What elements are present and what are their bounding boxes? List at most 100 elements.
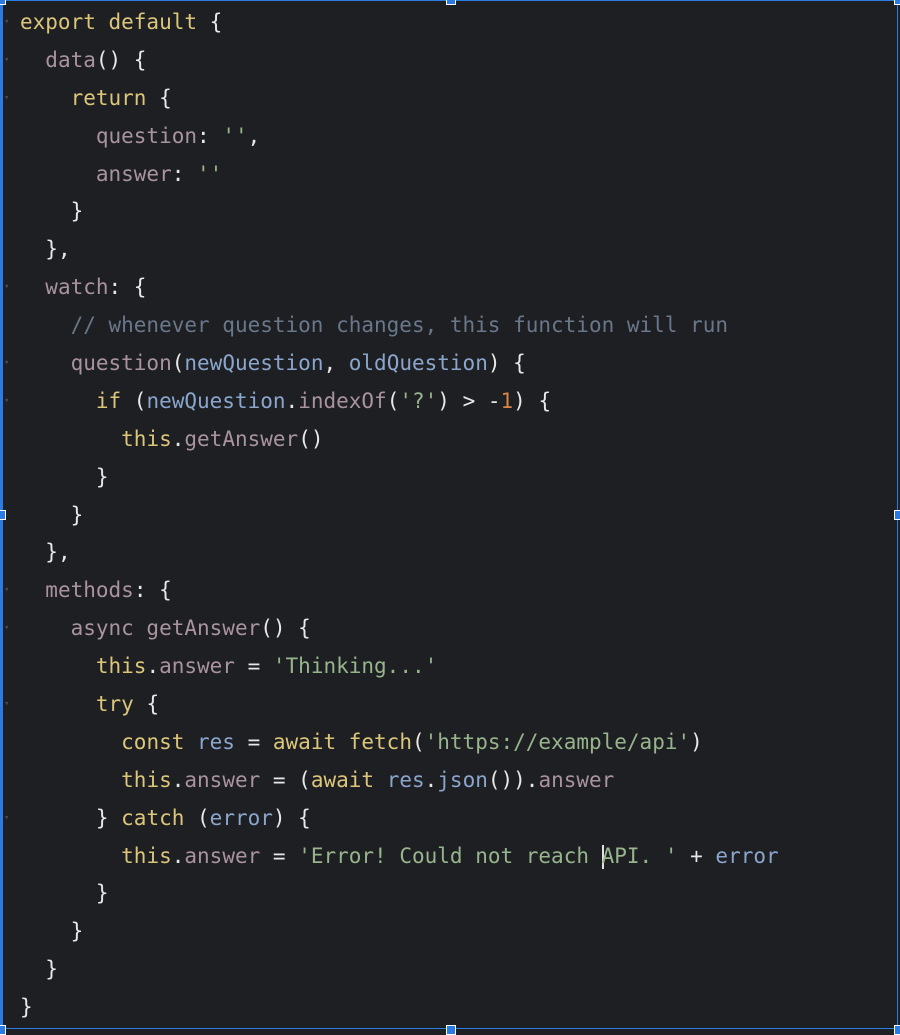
code-text: question(newQuestion, oldQuestion) { [20,345,526,383]
code-text: } [20,459,109,497]
code-text: } [20,875,109,913]
code-line[interactable]: }, [0,231,900,269]
code-token: answer [159,654,235,679]
code-token: ( [411,729,425,754]
code-line[interactable]: this.answer = 'Thinking...' [0,648,900,686]
fold-chevron-icon[interactable]: ▾ [4,80,9,118]
code-line[interactable]: } [0,193,900,231]
code-line[interactable]: answer: '' [0,156,900,194]
code-token: ()). [487,767,539,792]
code-token: error [715,843,779,868]
code-line[interactable]: } [0,913,900,951]
code-text: const res = await fetch('https://example… [20,724,703,762]
code-line[interactable]: // whenever question changes, this funct… [0,307,900,345]
code-token: } [20,995,33,1020]
code-token: () { [95,47,147,72]
code-token: } [95,881,109,906]
code-line[interactable]: ▾ data() { [0,42,900,80]
code-token: } [70,919,84,944]
code-token: ( [171,351,185,376]
code-token: answer [538,767,615,792]
code-text: this.getAnswer() [20,421,323,459]
code-token: data [45,47,96,72]
code-token: try [95,692,147,717]
code-token: oldQuestion [348,351,488,376]
code-line[interactable]: ▾ methods: { [0,572,900,610]
code-token: getAnswer [184,426,299,451]
code-token: await fetch [272,729,412,754]
code-token: async getAnswer [70,616,261,641]
code-line[interactable]: const res = await fetch('https://example… [0,724,900,762]
code-token: () { [260,616,311,641]
fold-chevron-icon[interactable]: ▾ [4,42,9,80]
code-line[interactable]: ▾ question(newQuestion, oldQuestion) { [0,345,900,383]
code-token: question [95,123,198,148]
code-token: = [234,654,273,679]
code-token: , [323,351,349,376]
code-line[interactable]: ▾ async getAnswer() { [0,610,900,648]
code-token: 'Thinking...' [272,654,438,679]
code-text: } [20,497,84,535]
code-line[interactable]: ▾ return { [0,80,900,118]
code-token: ) { [487,351,526,376]
code-token: = [234,729,273,754]
fold-chevron-icon[interactable]: ▾ [4,269,9,307]
code-line[interactable]: this.answer = (await res.json()).answer [0,762,900,800]
fold-chevron-icon[interactable]: ▾ [4,610,9,648]
code-token: = [260,843,299,868]
code-token: ( [133,388,147,413]
fold-chevron-icon[interactable]: ▾ [4,345,9,383]
code-token: this [121,843,172,868]
code-text: this.answer = 'Error! Could not reach AP… [20,838,779,876]
code-line[interactable]: this.answer = 'Error! Could not reach AP… [0,838,900,876]
code-text: watch: { [20,269,146,307]
code-line[interactable]: ▾ watch: { [0,269,900,307]
fold-chevron-icon[interactable]: ▾ [4,800,9,838]
code-token: this [95,654,147,679]
code-token: . [171,426,185,451]
code-token: const [121,729,198,754]
code-line[interactable]: ▾ export default { [0,4,900,42]
fold-chevron-icon[interactable]: ▾ [4,4,9,42]
fold-chevron-icon[interactable]: ▾ [4,572,9,610]
code-token: : { [108,275,147,300]
fold-chevron-icon[interactable]: ▾ [4,383,9,421]
code-token: API. ' [601,843,678,868]
code-line[interactable]: ▾ if (newQuestion.indexOf('?') > -1) { [0,383,900,421]
code-area[interactable]: ▾ export default {▾ data() {▾ return { qu… [0,4,900,1027]
code-line[interactable]: ▾ } catch (error) { [0,800,900,838]
code-token: json [437,767,488,792]
code-token: export default [20,10,210,34]
code-token: : { [133,578,172,603]
code-token: '' [222,123,248,148]
code-line[interactable]: } [0,459,900,497]
code-text: this.answer = (await res.json()).answer [20,762,614,800]
code-token: '?' [399,388,438,413]
code-line[interactable]: } [0,989,900,1027]
code-token: . [171,767,185,792]
code-text: export default { [20,4,222,42]
code-line[interactable]: this.getAnswer() [0,421,900,459]
code-line[interactable]: }, [0,534,900,572]
code-token: () [298,426,324,451]
code-line[interactable]: } [0,951,900,989]
code-token: } [95,464,109,489]
code-text: answer: '' [20,156,222,194]
code-token: . [424,767,438,792]
code-token: if [95,388,134,413]
code-text: } [20,989,33,1027]
code-token: answer [95,161,172,186]
code-token: . [285,388,299,413]
code-text: methods: { [20,572,172,610]
fold-chevron-icon[interactable]: ▾ [4,686,9,724]
code-token: 'Error! Could not reach [298,843,602,868]
code-line[interactable]: ▾ try { [0,686,900,724]
code-line[interactable]: } [0,875,900,913]
code-text: this.answer = 'Thinking...' [20,648,437,686]
code-line[interactable]: } [0,497,900,535]
code-token: ) > - [437,388,501,413]
code-text: if (newQuestion.indexOf('?') > -1) { [20,383,551,421]
code-token: ) { [272,805,311,830]
code-token: { [146,692,160,717]
code-line[interactable]: question: '', [0,118,900,156]
